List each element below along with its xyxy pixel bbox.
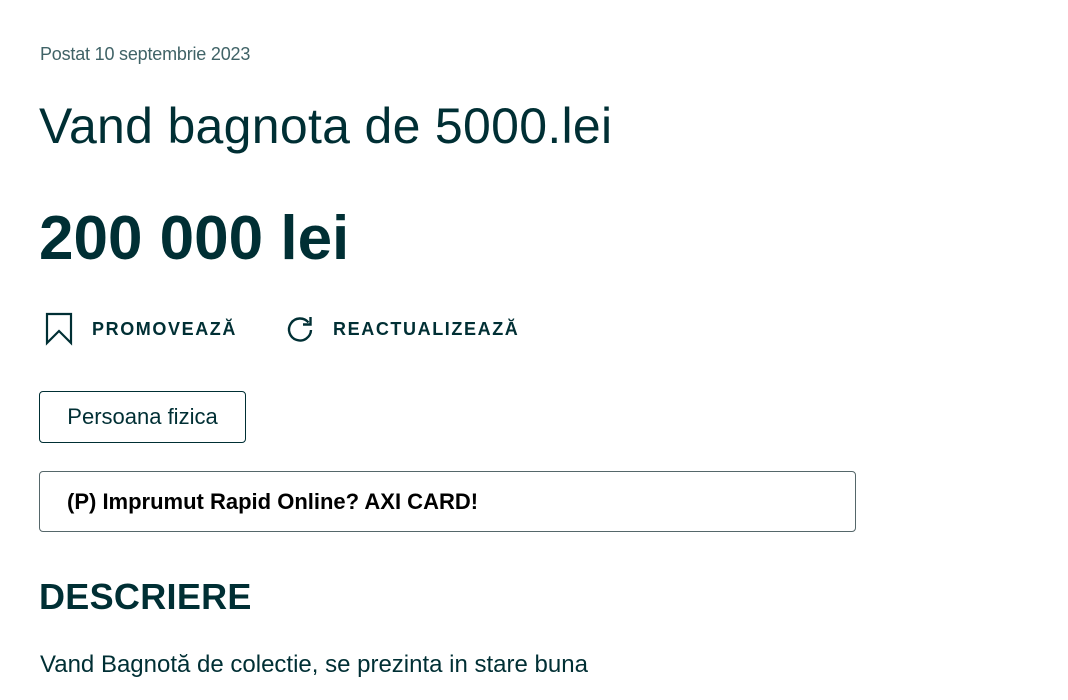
description-text: Vand Bagnotă de colectie, se prezinta in… xyxy=(40,651,588,678)
posted-date: Postat 10 septembrie 2023 xyxy=(40,44,251,64)
sponsored-ad-link[interactable]: (P) Imprumut Rapid Online? AXI CARD! xyxy=(39,471,856,532)
refresh-button[interactable]: REACTUALIZEAZĂ xyxy=(283,312,519,346)
promote-button[interactable]: PROMOVEAZĂ xyxy=(42,312,237,346)
refresh-icon xyxy=(283,312,317,346)
listing-actions: PROMOVEAZĂ REACTUALIZEAZĂ xyxy=(42,312,519,346)
description-heading: DESCRIERE xyxy=(39,576,252,617)
promote-label: PROMOVEAZĂ xyxy=(92,318,238,339)
listing-title: Vand bagnota de 5000.lei xyxy=(39,98,613,154)
bookmark-icon xyxy=(42,312,76,346)
listing-price: 200 000 lei xyxy=(39,204,350,273)
refresh-label: REACTUALIZEAZĂ xyxy=(333,318,520,339)
seller-type-badge: Persoana fizica xyxy=(39,391,246,443)
